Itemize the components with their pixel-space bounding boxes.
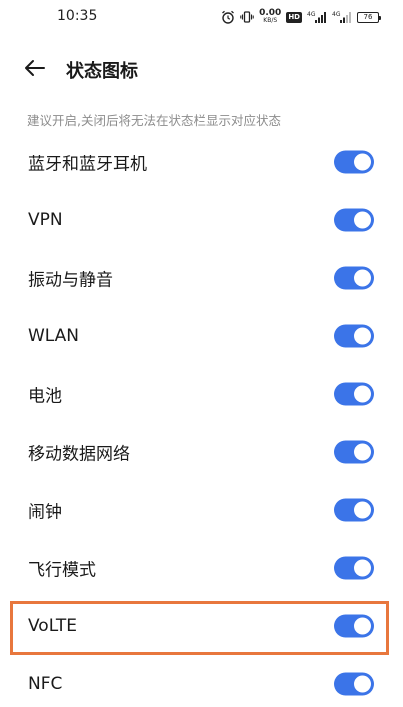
signal-icon: 4G: [332, 11, 351, 23]
list-item[interactable]: 闹钟: [0, 481, 403, 539]
toggle-knob: [354, 675, 371, 693]
network-speed: 0.00 KB/S: [259, 8, 282, 25]
toggle-knob: [354, 617, 371, 635]
toggle-switch[interactable]: [334, 266, 374, 290]
list-item-label: VPN: [28, 210, 63, 230]
list-item-label: 振动与静音: [28, 270, 113, 291]
toggle-knob: [354, 269, 371, 287]
toggle-switch[interactable]: [334, 614, 374, 638]
status-time: 10:35: [57, 8, 98, 24]
status-icons: 0.00 KB/S HD 4G 4G 76: [221, 7, 381, 27]
signal-icon: 4G: [307, 11, 326, 23]
toggle-knob: [354, 501, 371, 519]
toggle-knob: [354, 211, 371, 229]
toggle-switch[interactable]: [334, 498, 374, 522]
list-item-label: WLAN: [28, 326, 80, 346]
list-item[interactable]: WLAN: [0, 307, 403, 365]
status-bar: 10:35 0.00 KB/S HD 4G 4G 76: [0, 0, 403, 34]
status-icon-list: 蓝牙和蓝牙耳机 VPN 振动与静音 WLAN 电池移动数据网络 闹钟飞行模式 VoLTE NF…: [0, 133, 403, 707]
list-item[interactable]: VPN: [0, 191, 403, 249]
list-item-label: 电池: [28, 386, 62, 407]
toggle-knob: [354, 385, 371, 403]
hd-badge: HD: [286, 11, 302, 23]
toggle-knob: [354, 443, 371, 461]
battery-icon: 76: [357, 11, 381, 23]
signal-label: 4G: [332, 11, 341, 18]
toggle-switch[interactable]: [334, 208, 374, 232]
toggle-switch[interactable]: [334, 382, 374, 406]
list-item[interactable]: VoLTE: [0, 597, 403, 655]
list-item-label: 飞行模式: [28, 560, 96, 581]
signal-label: 4G: [307, 11, 316, 18]
list-item-label: NFC: [28, 674, 63, 694]
list-item-label: 闹钟: [28, 502, 62, 523]
toggle-switch[interactable]: [334, 150, 374, 174]
toggle-knob: [354, 153, 371, 171]
header: 状态图标: [0, 50, 403, 86]
list-item[interactable]: 电池: [0, 365, 403, 423]
list-item[interactable]: 蓝牙和蓝牙耳机: [0, 133, 403, 191]
hint-text: 建议开启,关闭后将无法在状态栏显示对应状态: [27, 113, 281, 128]
toggle-switch[interactable]: [334, 440, 374, 464]
list-item-label: 蓝牙和蓝牙耳机: [28, 154, 147, 175]
toggle-switch[interactable]: [334, 324, 374, 348]
toggle-switch[interactable]: [334, 672, 374, 696]
list-item[interactable]: NFC: [0, 655, 403, 707]
page-title: 状态图标: [66, 61, 138, 82]
list-item-label: 移动数据网络: [28, 444, 130, 465]
list-item-label: VoLTE: [28, 616, 77, 636]
toggle-knob: [354, 327, 371, 345]
vibrate-icon: [240, 11, 254, 23]
list-item[interactable]: 飞行模式: [0, 539, 403, 597]
list-item[interactable]: 振动与静音: [0, 249, 403, 307]
toggle-switch[interactable]: [334, 556, 374, 580]
arrow-left-icon[interactable]: [22, 56, 48, 80]
list-item[interactable]: 移动数据网络: [0, 423, 403, 481]
alarm-icon: [222, 10, 235, 24]
toggle-knob: [354, 559, 371, 577]
